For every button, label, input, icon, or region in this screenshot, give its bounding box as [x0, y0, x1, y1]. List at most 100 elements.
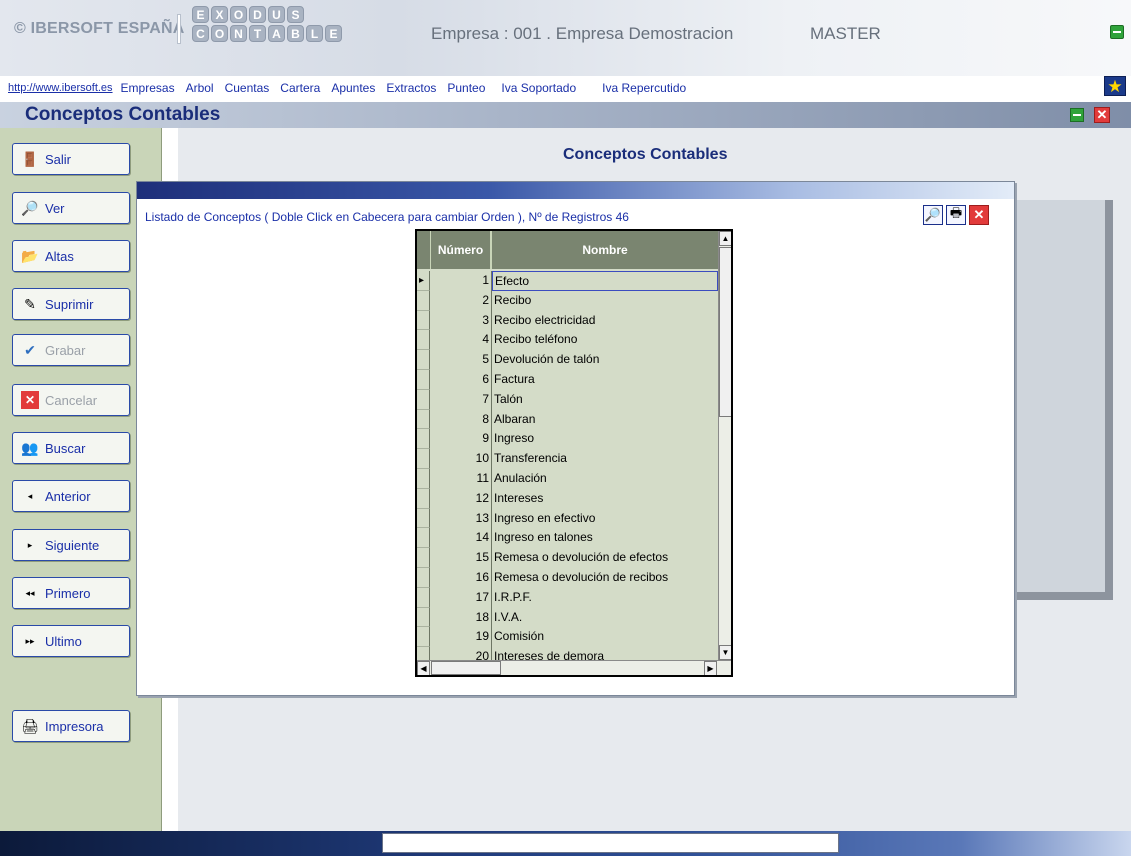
cell-nombre: Devolución de talón	[494, 352, 600, 367]
table-row[interactable]: 2 Recibo	[417, 290, 718, 311]
search-icon[interactable]: 🔎	[923, 205, 943, 225]
menu-punteo[interactable]: Punteo	[447, 81, 485, 95]
table-row[interactable]: 10 Transferencia	[417, 449, 718, 469]
row-indicator	[417, 409, 430, 430]
altas-button[interactable]: 📂 Altas	[12, 240, 130, 272]
menu-extractos[interactable]: Extractos	[386, 81, 436, 95]
logo-letter: O	[211, 25, 228, 42]
table-row[interactable]: 3 Recibo electricidad	[417, 310, 718, 331]
table-row[interactable]: 4 Recibo teléfono	[417, 330, 718, 351]
form-close-icon[interactable]: ✕	[1094, 107, 1110, 123]
menu-cartera[interactable]: Cartera	[280, 81, 320, 95]
table-row[interactable]: 1Efecto	[417, 271, 718, 291]
cell-numero: 20	[430, 647, 492, 660]
table-row[interactable]: 9 Ingreso	[417, 429, 718, 450]
arrow-left-icon: ◂	[27, 490, 33, 501]
double-arrow-left-icon: ◂◂	[25, 587, 35, 598]
cell-nombre: Remesa o devolución de efectos	[494, 550, 669, 565]
cell-nombre: I.V.A.	[494, 609, 523, 624]
scroll-down-icon[interactable]: ▼	[719, 645, 731, 660]
logo-letter: E	[325, 25, 342, 42]
cell-numero: 1	[430, 271, 492, 291]
table-row[interactable]: 14 Ingreso en talones	[417, 528, 718, 549]
cell-nombre: Intereses de demora	[494, 649, 605, 660]
logo-letter: B	[287, 25, 304, 42]
table-row[interactable]: 16 Remesa o devolución de recibos	[417, 567, 718, 588]
scroll-right-icon[interactable]: ▶	[704, 661, 717, 675]
menu-iva-repercutido[interactable]: Iva Repercutido	[602, 81, 686, 95]
impresora-button[interactable]: 🖨 Impresora	[12, 710, 130, 742]
print-icon[interactable]: 🖶	[946, 205, 966, 225]
table-row[interactable]: 12 Intereses	[417, 488, 718, 509]
table-row[interactable]: 11 Anulación	[417, 468, 718, 489]
row-indicator	[417, 330, 430, 351]
anterior-label: Anterior	[45, 488, 91, 504]
ver-button[interactable]: 🔎 Ver	[12, 192, 130, 224]
ultimo-button[interactable]: ▸▸ Ultimo	[12, 625, 130, 657]
row-indicator	[417, 271, 430, 291]
menu-iva-soportado[interactable]: Iva Soportado	[501, 81, 576, 95]
concepts-grid[interactable]: Número Nombre 1Efecto2Recibo3Recibo elec…	[415, 229, 733, 677]
minimize-icon[interactable]	[1110, 25, 1124, 39]
eraser-icon: ✎	[24, 295, 36, 312]
anterior-button[interactable]: ◂ Anterior	[12, 480, 130, 512]
logo-letter: N	[230, 25, 247, 42]
grid-body: Número Nombre 1Efecto2Recibo3Recibo elec…	[417, 231, 718, 660]
cell-numero: 9	[430, 429, 492, 450]
table-row[interactable]: 18 I.V.A.	[417, 607, 718, 628]
exit-door-icon: 🚪	[21, 150, 39, 167]
logo-letter: U	[268, 6, 285, 23]
menu-apuntes[interactable]: Apuntes	[331, 81, 375, 95]
cell-numero: 6	[430, 369, 492, 390]
table-row[interactable]: 5 Devolución de talón	[417, 350, 718, 370]
table-row[interactable]: 7 Talón	[417, 389, 718, 410]
primero-label: Primero	[45, 585, 91, 601]
cancelar-button[interactable]: ✕ Cancelar	[12, 384, 130, 416]
column-header-numero[interactable]: Número	[430, 231, 492, 269]
hscroll-thumb[interactable]	[431, 661, 501, 675]
horizontal-scrollbar[interactable]: ◀ ▶	[417, 660, 731, 675]
form-minimize-icon[interactable]	[1070, 108, 1084, 122]
row-indicator	[417, 488, 430, 509]
scroll-up-icon[interactable]: ▲	[719, 231, 731, 246]
salir-button[interactable]: 🚪 Salir	[12, 143, 130, 175]
table-row[interactable]: 6 Factura	[417, 369, 718, 390]
scroll-thumb[interactable]	[719, 247, 731, 417]
cell-nombre: I.R.P.F.	[494, 589, 532, 604]
cell-numero: 2	[430, 290, 492, 311]
table-row[interactable]: 20 Intereses de demora	[417, 647, 718, 660]
table-row[interactable]: 17 I.R.P.F.	[417, 587, 718, 608]
star-icon[interactable]: ★	[1104, 76, 1126, 96]
logo-letter: S	[287, 6, 304, 23]
double-arrow-right-icon: ▸▸	[25, 635, 35, 646]
menu-arbol[interactable]: Arbol	[186, 81, 214, 95]
cell-nombre: Intereses	[494, 490, 544, 505]
table-row[interactable]: 15 Remesa o devolución de efectos	[417, 548, 718, 568]
cell-numero: 7	[430, 389, 492, 410]
vertical-scrollbar[interactable]: ▲ ▼	[718, 231, 731, 660]
logo-letter: C	[192, 25, 209, 42]
grabar-button[interactable]: ✔ Grabar	[12, 334, 130, 366]
menu-cuentas[interactable]: Cuentas	[225, 81, 270, 95]
close-icon[interactable]: ✕	[969, 205, 989, 225]
scroll-left-icon[interactable]: ◀	[417, 661, 430, 675]
suprimir-button[interactable]: ✎ Suprimir	[12, 288, 130, 320]
table-row[interactable]: 8 Albaran	[417, 409, 718, 430]
table-row[interactable]: 13 Ingreso en efectivo	[417, 508, 718, 529]
menu-bar: http://www.ibersoft.es Empresas Arbol Cu…	[0, 77, 1131, 99]
primero-button[interactable]: ◂◂ Primero	[12, 577, 130, 609]
buscar-label: Buscar	[45, 440, 86, 456]
buscar-button[interactable]: 👥 Buscar	[12, 432, 130, 464]
table-row[interactable]: 19 Comisión	[417, 627, 718, 648]
row-indicator	[417, 528, 430, 549]
website-link[interactable]: http://www.ibersoft.es	[8, 82, 113, 94]
people-search-icon: 👥	[21, 439, 39, 456]
column-header-nombre[interactable]: Nombre	[492, 231, 718, 269]
background-panel	[1015, 200, 1113, 600]
siguiente-button[interactable]: ▸ Siguiente	[12, 529, 130, 561]
menu-empresas[interactable]: Empresas	[121, 81, 175, 95]
listing-caption: Listado de Conceptos ( Doble Click en Ca…	[145, 210, 629, 224]
status-field[interactable]	[382, 833, 839, 853]
row-indicator	[417, 468, 430, 489]
cell-nombre: Recibo teléfono	[494, 332, 578, 347]
